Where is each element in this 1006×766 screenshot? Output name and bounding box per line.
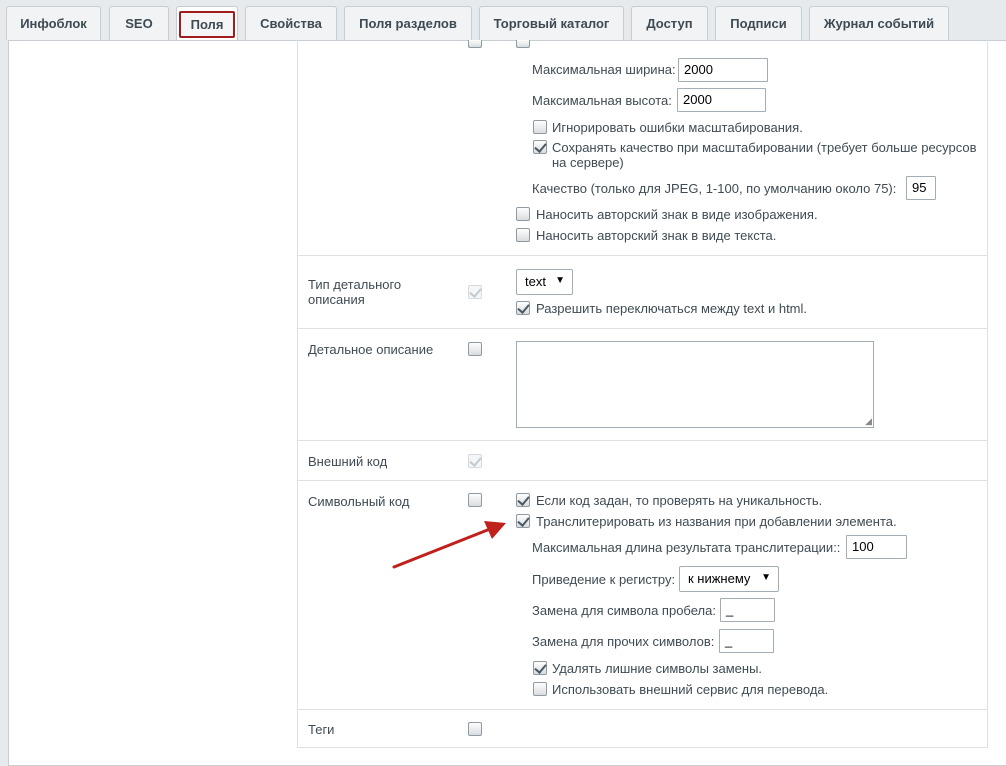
transliterate-label: Транслитерировать из названия при добавл…: [536, 514, 897, 529]
quality-label: Качество (только для JPEG, 1-100, по умо…: [532, 181, 897, 196]
allow-switch-checkbox[interactable]: [516, 301, 530, 315]
symbolic-code-label: Символьный код: [308, 494, 410, 509]
tab-seo[interactable]: SEO: [109, 6, 169, 40]
watermark-text-checkbox[interactable]: [516, 228, 530, 242]
max-length-input[interactable]: 100: [846, 535, 907, 559]
tab-section-fields[interactable]: Поля разделов: [344, 6, 472, 40]
keep-quality-label-cont: на сервере): [552, 155, 624, 170]
ignore-errors-checkbox[interactable]: [533, 120, 547, 134]
tab-label: SEO: [125, 16, 153, 31]
tab-bar: Инфоблок SEO Поля Свойства Поля разделов…: [0, 0, 1006, 41]
detail-text-default-textarea[interactable]: ◢: [516, 341, 874, 428]
allow-switch-label: Разрешить переключаться между text и htm…: [536, 301, 808, 316]
tab-label: Поля разделов: [359, 16, 457, 31]
detail-text-required-checkbox[interactable]: [468, 342, 482, 356]
space-replace-label: Замена для символа пробела:: [532, 603, 716, 618]
max-height-label: Максимальная высота:: [532, 93, 672, 108]
detail-type-label-cont: описания: [308, 292, 365, 307]
tab-captions[interactable]: Подписи: [715, 6, 802, 40]
detail-type-label: Тип детального: [308, 277, 402, 292]
row-divider: [297, 328, 988, 329]
keep-quality-checkbox[interactable]: [533, 140, 547, 154]
annotation-arrow-icon: [392, 521, 506, 569]
tab-label: Доступ: [646, 16, 693, 31]
max-height-input[interactable]: 2000: [677, 88, 766, 112]
other-replace-input[interactable]: _: [719, 629, 774, 653]
tab-event-log[interactable]: Журнал событий: [809, 6, 949, 40]
checkbox[interactable]: [516, 40, 530, 48]
max-width-input[interactable]: 2000: [678, 58, 768, 82]
detail-type-select[interactable]: text ▼: [516, 269, 573, 295]
row-divider: [297, 480, 988, 481]
detail-type-required-checkbox: [468, 285, 482, 299]
dropdown-arrow-icon: ▼: [555, 275, 565, 286]
watermark-image-label: Наносить авторский знак в виде изображен…: [536, 207, 818, 222]
detail-type-select-value: text: [525, 274, 546, 289]
remove-extra-checkbox[interactable]: [533, 661, 547, 675]
tab-access[interactable]: Доступ: [631, 6, 708, 40]
case-label: Приведение к регистру:: [532, 572, 676, 587]
tab-trade-catalog[interactable]: Торговый каталог: [479, 6, 624, 40]
quality-input[interactable]: 95: [906, 176, 936, 200]
row-divider: [297, 709, 988, 710]
watermark-image-checkbox[interactable]: [516, 207, 530, 221]
row-divider: [297, 440, 988, 441]
external-code-label: Внешний код: [308, 454, 388, 469]
tab-label: Подписи: [730, 16, 787, 31]
space-replace-input[interactable]: _: [720, 598, 775, 622]
ignore-errors-label: Игнорировать ошибки масштабирования.: [552, 120, 803, 135]
tab-label: Поля: [178, 10, 236, 38]
tab-infoblock[interactable]: Инфоблок: [6, 6, 101, 40]
tab-label: Инфоблок: [20, 16, 87, 31]
symbolic-code-required-checkbox[interactable]: [468, 493, 482, 507]
checkbox[interactable]: [468, 40, 482, 48]
resize-handle-icon[interactable]: ◢: [865, 417, 872, 426]
max-length-label: Максимальная длина результата транслитер…: [532, 540, 841, 555]
transliterate-checkbox[interactable]: [516, 514, 530, 528]
row-divider: [297, 255, 988, 256]
check-unique-label: Если код задан, то проверять на уникальн…: [536, 493, 823, 508]
tab-label: Свойства: [260, 16, 322, 31]
other-replace-label: Замена для прочих символов:: [532, 634, 715, 649]
detail-text-label: Детальное описание: [308, 342, 434, 357]
tab-fields[interactable]: Поля: [176, 6, 238, 41]
watermark-text-label: Наносить авторский знак в виде текста.: [536, 228, 777, 243]
max-width-label: Максимальная ширина:: [532, 62, 676, 77]
dropdown-arrow-icon: ▼: [761, 572, 771, 583]
case-select[interactable]: к нижнему ▼: [679, 566, 779, 592]
external-service-label: Использовать внешний сервис для перевода…: [552, 682, 829, 697]
tab-label: Торговый каталог: [493, 16, 610, 31]
external-code-required-checkbox: [468, 454, 482, 468]
external-service-checkbox[interactable]: [533, 682, 547, 696]
tab-label: Журнал событий: [823, 16, 935, 31]
case-select-value: к нижнему: [688, 571, 751, 586]
remove-extra-label: Удалять лишние символы замены.: [552, 661, 763, 676]
check-unique-checkbox[interactable]: [516, 493, 530, 507]
keep-quality-label: Сохранять качество при масштабировании (…: [552, 140, 977, 155]
tags-required-checkbox[interactable]: [468, 722, 482, 736]
tab-properties[interactable]: Свойства: [245, 6, 337, 40]
tags-label: Теги: [308, 722, 335, 737]
